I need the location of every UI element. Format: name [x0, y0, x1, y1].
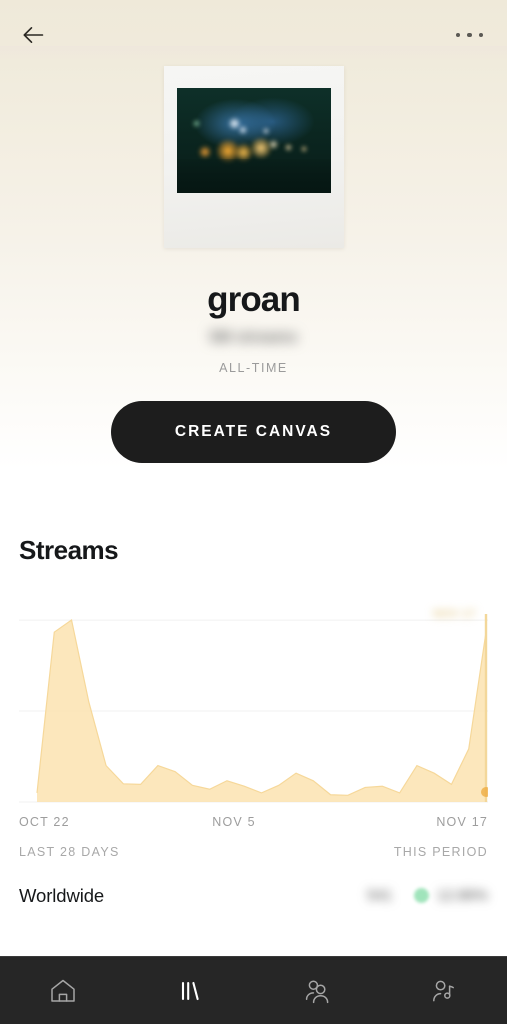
photo-light — [263, 128, 269, 134]
artist-track-stats-screen: groan 5M streams ALL-TIME CREATE CANVAS … — [0, 0, 507, 1024]
layout-spacer — [0, 913, 507, 956]
audience-people-icon — [300, 975, 334, 1007]
period-range-row: LAST 28 DAYS THIS PERIOD — [19, 845, 488, 859]
territory-label: Worldwide — [19, 885, 104, 907]
create-canvas-button[interactable]: CREATE CANVAS — [111, 401, 396, 463]
top-bar — [0, 0, 507, 70]
create-canvas-wrap: CREATE CANVAS — [0, 401, 507, 463]
photo-light — [301, 146, 307, 152]
photo-light — [193, 120, 200, 127]
territory-value-redacted: 541 — [367, 887, 392, 904]
territory-delta: 12.86% — [414, 887, 488, 904]
nav-item-audience[interactable] — [254, 957, 381, 1024]
bottom-navigation — [0, 956, 507, 1024]
track-artwork — [0, 66, 507, 248]
x-tick-mid: NOV 5 — [212, 815, 256, 829]
more-options-button[interactable] — [454, 25, 486, 46]
x-axis-labels: OCT 22 NOV 5 NOV 17 — [19, 815, 488, 829]
x-tick-end: NOV 17 — [436, 815, 488, 829]
nav-item-music[interactable] — [127, 957, 254, 1024]
artist-profile-icon — [427, 975, 461, 1007]
photo-light — [199, 146, 211, 158]
trend-up-icon — [414, 888, 429, 903]
nav-item-profile[interactable] — [380, 957, 507, 1024]
more-dot-2 — [467, 33, 472, 38]
photo-light — [269, 140, 278, 149]
x-tick-start: OCT 22 — [19, 815, 70, 829]
polaroid-photo — [177, 88, 331, 193]
nav-item-home[interactable] — [0, 957, 127, 1024]
photo-light — [239, 126, 247, 134]
streams-count-redacted: 5M streams — [209, 329, 297, 347]
photo-light — [229, 118, 240, 129]
period-label: ALL-TIME — [0, 361, 507, 375]
home-icon — [47, 975, 79, 1007]
section-title-streams: Streams — [19, 535, 488, 566]
territory-row-worldwide[interactable]: Worldwide 541 12.86% — [19, 885, 488, 913]
polaroid-frame — [164, 66, 344, 248]
page-title: groan — [0, 282, 507, 319]
streams-chart[interactable]: NOV 17 — [19, 600, 488, 808]
territory-delta-redacted: 12.86% — [437, 887, 488, 904]
this-period-label: THIS PERIOD — [394, 845, 488, 859]
more-dot-1 — [456, 33, 461, 38]
track-title-block: groan 5M streams ALL-TIME — [0, 282, 507, 375]
streams-section: Streams NOV 17 600 300 0 OCT 22 NOV 5 NO… — [0, 463, 507, 913]
photo-light — [251, 138, 271, 158]
more-dot-3 — [479, 33, 484, 38]
streams-area-chart[interactable] — [19, 600, 488, 808]
territory-metrics: 541 12.86% — [367, 887, 488, 904]
photo-light — [285, 144, 292, 151]
photo-foreground — [177, 159, 331, 193]
music-catalog-icon — [174, 975, 206, 1007]
back-button[interactable] — [18, 18, 52, 52]
arrow-left-icon — [18, 18, 52, 52]
range-label: LAST 28 DAYS — [19, 845, 120, 859]
chart-tooltip: NOV 17 — [433, 608, 476, 620]
